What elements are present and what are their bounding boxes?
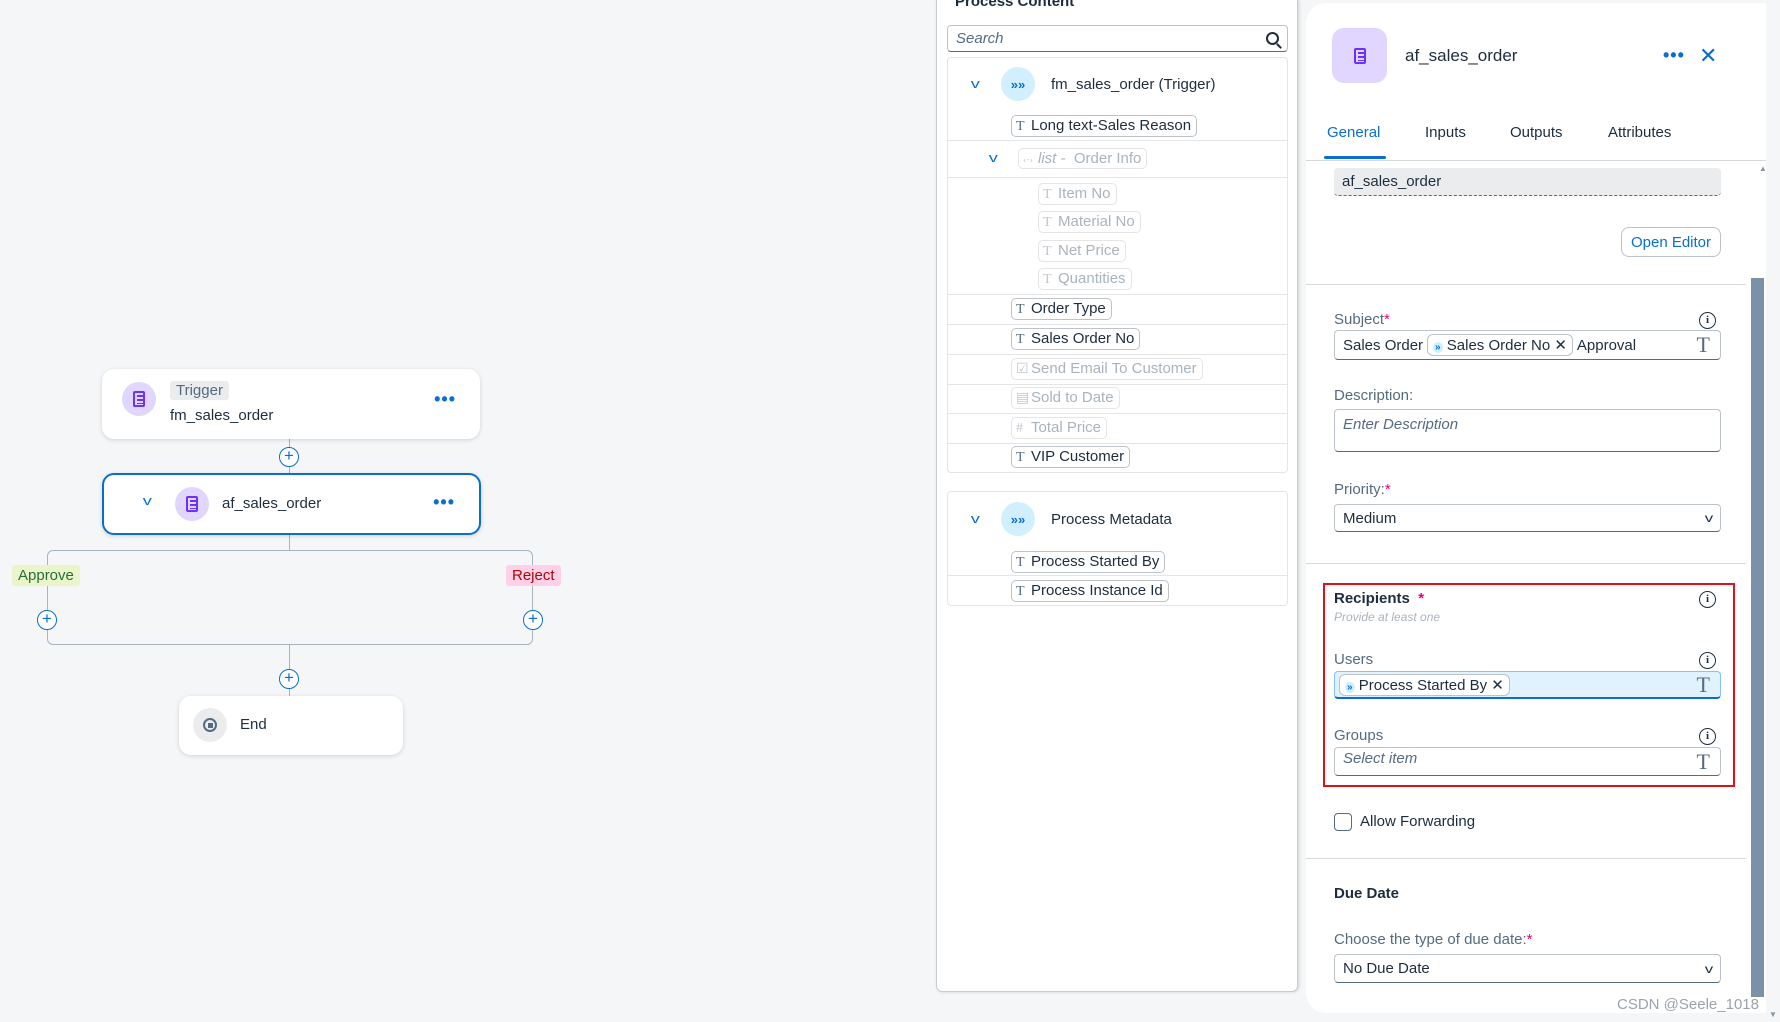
form-icon [1332,28,1387,83]
more-icon[interactable]: ••• [434,389,456,410]
field-token[interactable]: T Sales Order No [1011,328,1141,350]
info-icon[interactable]: i [1699,652,1716,669]
close-icon[interactable]: ✕ [1699,43,1717,69]
more-icon[interactable]: ••• [433,492,455,513]
add-step-button[interactable]: + [279,447,299,467]
due-date-heading: Due Date [1334,885,1400,902]
recipients-label: Recipients * [1334,590,1425,607]
tab-general[interactable]: General [1327,124,1380,141]
trigger-tree: v »» fm_sales_order (Trigger) T Long text… [947,57,1288,473]
chevron-down-icon: v [1704,511,1714,525]
trigger-tag: Trigger [170,381,229,400]
approval-node[interactable]: v af_sales_order ••• [102,473,481,535]
due-date-select[interactable]: No Due Date v [1334,954,1721,983]
chevron-down-icon[interactable]: v [143,493,152,508]
recipients-hint: Provide at least one [1334,610,1441,624]
subject-input[interactable]: Sales Order » Sales Order No ✕ Approval … [1334,330,1721,360]
scrollbar[interactable] [1751,278,1764,997]
field-token[interactable]: T Order Type [1011,298,1112,320]
watermark: CSDN @Seele_1018 [1617,996,1759,1013]
groups-input[interactable]: Select item T [1334,747,1721,776]
search-input[interactable]: Search [947,25,1288,52]
field-token[interactable]: T Process Instance Id [1011,580,1169,602]
tab-inputs[interactable]: Inputs [1425,124,1466,141]
open-editor-button[interactable]: Open Editor [1621,227,1721,257]
add-step-reject-button[interactable]: + [523,610,543,630]
approval-form-field: af_sales_order [1334,168,1721,196]
active-tab-indicator [1324,156,1386,159]
users-label: Users [1334,651,1374,668]
text-type-icon[interactable]: T [1697,332,1710,358]
text-type-icon[interactable]: T [1697,672,1710,698]
text-type-icon[interactable]: T [1697,749,1710,775]
description-label: Description: [1334,387,1414,404]
list-token[interactable]: ‹·› list - Order Info [1018,148,1148,169]
scroll-down-icon[interactable]: ▼ [1769,1010,1777,1019]
field-token[interactable]: T VIP Customer [1011,446,1131,468]
process-content-panel: Process Content Search v »» fm_sales_ord… [936,0,1298,992]
stop-icon [193,708,227,742]
reject-label: Reject [506,565,561,586]
subject-label: Subject* [1334,311,1390,328]
priority-select[interactable]: Medium v [1334,504,1721,532]
more-icon[interactable]: ••• [1663,45,1685,66]
search-icon[interactable] [1266,32,1282,49]
info-icon[interactable]: i [1699,728,1716,745]
due-date-label: Choose the type of due date:* [1334,931,1533,948]
metadata-tree: v »» Process Metadata T Process Started B… [947,491,1288,606]
branch-connector [47,550,533,645]
info-icon[interactable]: i [1699,312,1716,329]
tab-attributes[interactable]: Attributes [1608,124,1671,141]
approval-name: af_sales_order [222,495,322,512]
chevron-down-icon[interactable]: v [989,150,998,165]
field-token[interactable]: ▤ Sold to Date [1011,387,1120,409]
users-token: » Process Started By ✕ [1339,673,1510,696]
details-title: af_sales_order [1405,46,1518,65]
end-label: End [240,716,267,733]
tab-outputs[interactable]: Outputs [1510,124,1563,141]
panel-title: Process Content [955,0,1075,10]
form-icon [122,382,156,416]
users-input[interactable]: » Process Started By ✕ T [1334,671,1721,699]
connector [289,535,290,550]
trigger-node[interactable]: Trigger fm_sales_order ••• [102,369,480,439]
priority-label: Priority:* [1334,481,1391,498]
scroll-up-icon[interactable]: ▲ [1759,164,1767,173]
remove-icon[interactable]: ✕ [1491,677,1504,694]
remove-icon[interactable]: ✕ [1554,337,1567,354]
description-input[interactable]: Enter Description [1334,409,1721,452]
field-token[interactable]: # Total Price [1011,417,1108,439]
groups-label: Groups [1334,727,1384,744]
subject-token: » Sales Order No ✕ [1427,334,1573,356]
field-token[interactable]: T Process Started By [1011,551,1166,573]
form-icon [175,487,209,521]
field-token[interactable]: T Long text-Sales Reason [1011,115,1198,137]
allow-forwarding-checkbox[interactable] [1334,813,1352,831]
trigger-name: fm_sales_order [170,407,274,424]
chevron-down-icon: v [1704,961,1714,976]
info-icon[interactable]: i [1699,591,1716,608]
add-step-button[interactable]: + [279,669,299,689]
add-step-approve-button[interactable]: + [37,610,57,630]
allow-forwarding-label: Allow Forwarding [1360,813,1476,830]
field-token[interactable]: ☑ Send Email To Customer [1011,358,1203,380]
approve-label: Approve [12,565,80,586]
end-node[interactable]: End [179,696,403,755]
